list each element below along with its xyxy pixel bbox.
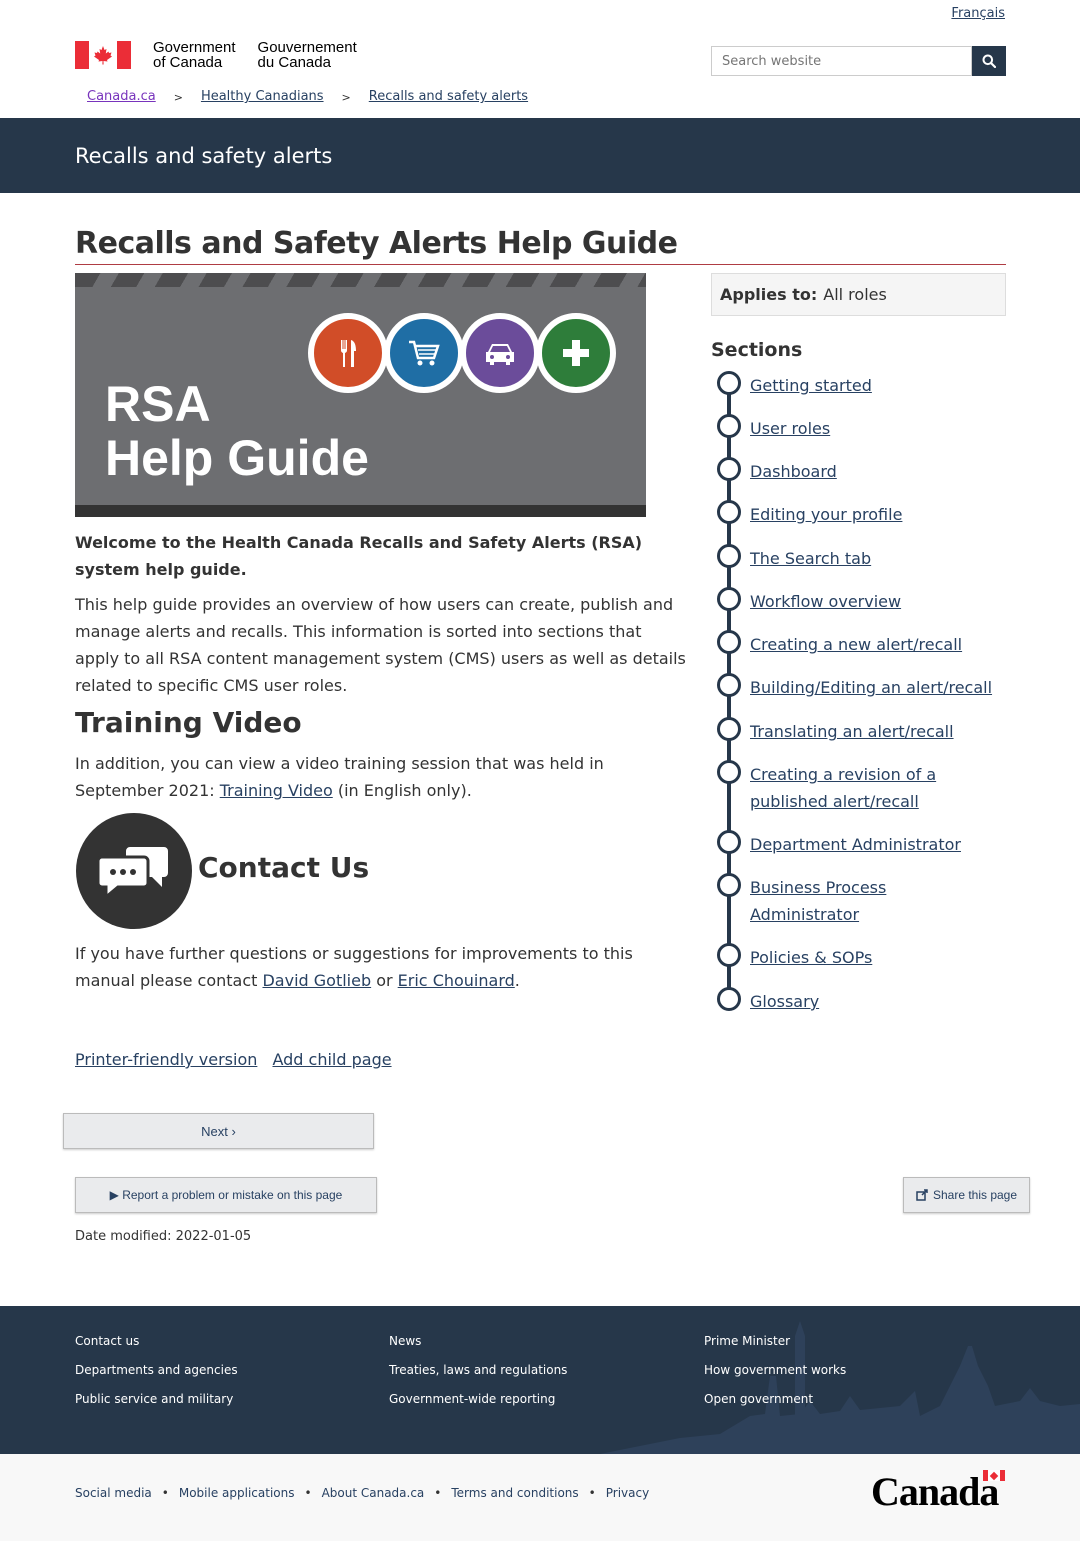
contact-eric-link[interactable]: Eric Chouinard	[398, 971, 515, 990]
section-link-editing-profile[interactable]: Editing your profile	[750, 501, 1000, 528]
printer-friendly-link[interactable]: Printer-friendly version	[75, 1050, 257, 1069]
brand-french: Gouvernement du Canada	[257, 39, 357, 71]
footer-link[interactable]: Treaties, laws and regulations	[389, 1363, 567, 1379]
footer-sub: Social media • Mobile applications • About…	[0, 1454, 1080, 1541]
footer-link[interactable]: How government works	[704, 1363, 846, 1379]
canada-flag-icon	[75, 41, 131, 69]
section-link-workflow[interactable]: Workflow overview	[750, 588, 1000, 615]
breadcrumb: Canada.ca > Healthy Canadians > Recalls …	[87, 89, 528, 107]
site-banner: Recalls and safety alerts	[0, 118, 1080, 193]
contact-david-link[interactable]: David Gotlieb	[262, 971, 371, 990]
footer-column-1: Contact us Departments and agencies Publ…	[75, 1334, 238, 1421]
next-button[interactable]: Next ›	[63, 1113, 374, 1149]
search-form	[711, 46, 1006, 76]
intro-lead: Welcome to the Health Canada Recalls and…	[75, 533, 643, 579]
footer-link[interactable]: Departments and agencies	[75, 1363, 238, 1379]
footer-sub-link[interactable]: Social media	[75, 1486, 152, 1500]
section-link-dept-admin[interactable]: Department Administrator	[750, 831, 1000, 858]
training-paragraph: In addition, you can view a video traini…	[75, 754, 604, 800]
training-heading: Training Video	[75, 706, 302, 739]
brand-english: Government of Canada	[153, 39, 236, 71]
footer-sub-link[interactable]: Privacy	[606, 1486, 649, 1500]
title-underline	[75, 264, 1006, 265]
chat-bubbles-icon	[76, 813, 192, 929]
search-input[interactable]	[711, 46, 972, 76]
hero-image: RSA Help Guide	[75, 273, 646, 517]
breadcrumb-separator: >	[173, 91, 183, 104]
section-link-bp-admin[interactable]: Business Process Administrator	[750, 874, 1000, 928]
share-icon	[916, 1189, 928, 1201]
footer-link[interactable]: Public service and military	[75, 1392, 238, 1408]
footer-link[interactable]: Open government	[704, 1392, 846, 1408]
report-problem-button[interactable]: ▶ Report a problem or mistake on this pa…	[75, 1177, 377, 1213]
footer-link[interactable]: Prime Minister	[704, 1334, 846, 1350]
car-icon	[460, 313, 540, 393]
section-link-translating[interactable]: Translating an alert/recall	[750, 718, 1000, 745]
page-title: Recalls and Safety Alerts Help Guide	[75, 226, 678, 261]
section-link-building[interactable]: Building/Editing an alert/recall	[750, 674, 1000, 701]
date-modified: Date modified: 2022-01-05	[75, 1229, 252, 1244]
footer-sub-links: Social media • Mobile applications • About…	[75, 1486, 650, 1500]
sections-heading: Sections	[711, 339, 803, 361]
search-button[interactable]	[972, 46, 1006, 76]
section-link-policies[interactable]: Policies & SOPs	[750, 944, 1000, 971]
section-link-glossary[interactable]: Glossary	[750, 988, 1000, 1015]
section-link-search-tab[interactable]: The Search tab	[750, 545, 1000, 572]
section-link-getting-started[interactable]: Getting started	[750, 372, 1000, 399]
wordmark-flag-icon	[983, 1470, 1005, 1481]
page-links: Printer-friendly version Add child page	[75, 1050, 402, 1069]
breadcrumb-healthy-canadians[interactable]: Healthy Canadians	[201, 89, 324, 107]
footer-sub-link[interactable]: About Canada.ca	[322, 1486, 425, 1500]
footer-column-2: News Treaties, laws and regulations Gove…	[389, 1334, 567, 1421]
section-link-revision[interactable]: Creating a revision of a published alert…	[750, 761, 1000, 815]
section-link-user-roles[interactable]: User roles	[750, 415, 1000, 442]
search-icon	[982, 54, 996, 68]
training-video-link[interactable]: Training Video	[220, 781, 333, 800]
breadcrumb-recalls[interactable]: Recalls and safety alerts	[369, 89, 528, 107]
add-child-page-link[interactable]: Add child page	[272, 1050, 391, 1069]
hero-title: RSA Help Guide	[105, 376, 369, 486]
banner-title[interactable]: Recalls and safety alerts	[75, 144, 332, 168]
section-link-dashboard[interactable]: Dashboard	[750, 458, 1000, 485]
plus-icon	[536, 313, 616, 393]
footer-link[interactable]: Government-wide reporting	[389, 1392, 567, 1408]
applies-to-box: Applies to: All roles	[711, 273, 1006, 316]
footer-sub-link[interactable]: Terms and conditions	[451, 1486, 578, 1500]
footer-link[interactable]: Contact us	[75, 1334, 238, 1350]
intro-paragraph: This help guide provides an overview of …	[75, 595, 686, 695]
share-button[interactable]: Share this page	[903, 1177, 1030, 1213]
breadcrumb-separator: >	[341, 91, 351, 104]
footer-column-3: Prime Minister How government works Open…	[704, 1334, 846, 1421]
breadcrumb-canada[interactable]: Canada.ca	[87, 89, 156, 107]
footer-main: Contact us Departments and agencies Publ…	[0, 1306, 1080, 1454]
canada-wordmark: Canada	[871, 1469, 999, 1514]
cart-icon	[384, 313, 464, 393]
section-link-creating[interactable]: Creating a new alert/recall	[750, 631, 1000, 658]
footer-sub-link[interactable]: Mobile applications	[179, 1486, 295, 1500]
contact-heading: Contact Us	[198, 851, 370, 884]
language-toggle-link[interactable]: Français	[951, 6, 1005, 21]
footer-link[interactable]: News	[389, 1334, 567, 1350]
government-signature[interactable]: Government of Canada Gouvernement du Can…	[75, 40, 357, 70]
contact-paragraph: If you have further questions or suggest…	[75, 944, 633, 990]
